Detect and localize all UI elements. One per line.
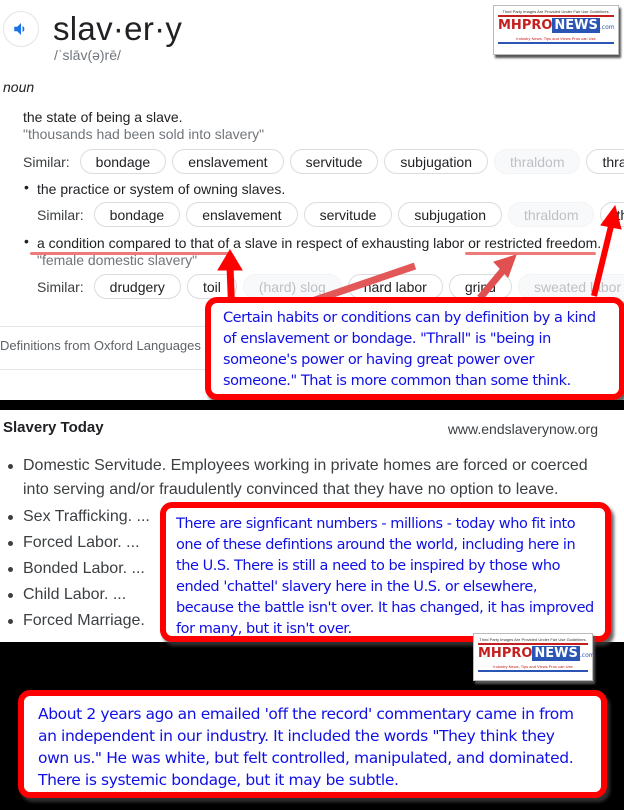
dictionary-panel: slav·er·y /ˈslāv(ə)rē/ noun the state of…	[0, 0, 624, 400]
arrow-icon	[477, 254, 517, 301]
mhpronews-watermark: Third Party Images Are Provided Under Fa…	[473, 633, 595, 681]
callout-text: Certain habits or conditions can by defi…	[223, 310, 596, 389]
source-link[interactable]: www.endslaverynow.org	[448, 421, 598, 437]
mhpronews-logo: MHPRO NEWS .com	[478, 646, 595, 661]
watermark-tagline: Industry News, Tips and Views Pros can U…	[493, 664, 573, 669]
bondage-callout: About 2 years ago an emailed 'off the re…	[18, 690, 607, 798]
list-item: Domestic Servitude. Employees working in…	[0, 454, 588, 502]
arrow-icon	[591, 204, 622, 297]
mhpronews-watermark: Third Party Images Are Provided Under Fa…	[493, 5, 619, 55]
mhpronews-logo: MHPRO NEWS .com	[498, 18, 615, 33]
thrall-callout: Certain habits or conditions can by defi…	[205, 297, 624, 400]
watermark-notice: Third Party Images Are Provided Under Fa…	[479, 637, 587, 642]
watermark-notice: Third Party Images Are Provided Under Fa…	[502, 9, 610, 14]
millions-callout: There are signficant numbers - millions …	[160, 502, 611, 642]
panel-title: Slavery Today	[3, 419, 104, 436]
watermark-tagline: Industry News, Tips and Views Pros can U…	[516, 36, 596, 41]
callout-text: About 2 years ago an emailed 'off the re…	[38, 705, 574, 789]
callout-text: There are signficant numbers - millions …	[176, 516, 594, 637]
